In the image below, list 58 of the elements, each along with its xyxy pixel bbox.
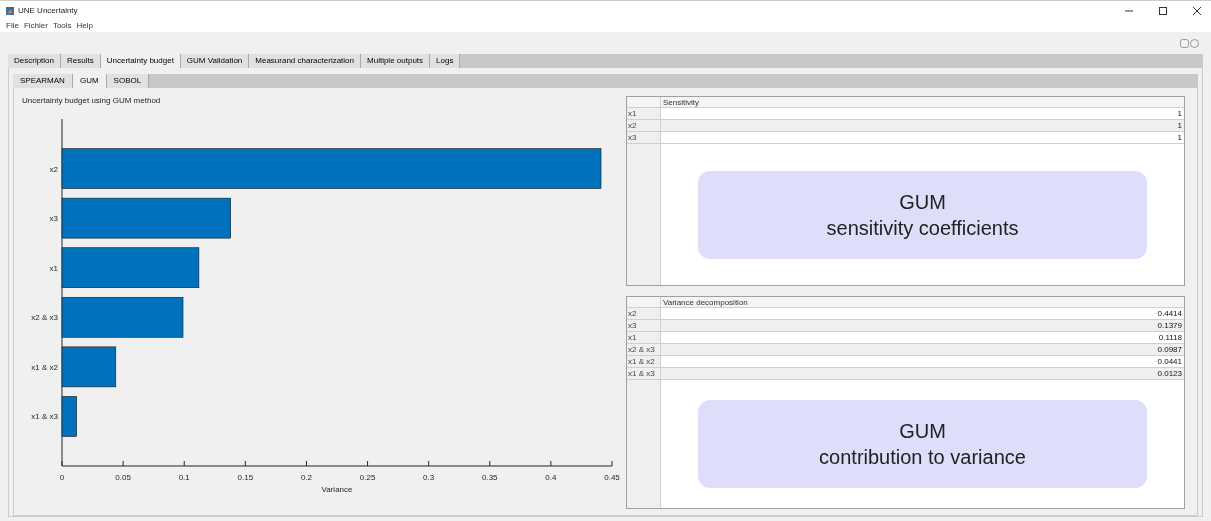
menu-item[interactable]: Fichier: [23, 21, 48, 31]
row-header: x2: [627, 120, 661, 131]
tick-label: 0.15: [237, 473, 254, 482]
tick-label: 0.05: [115, 473, 131, 482]
row-header: x3: [627, 320, 661, 331]
tab[interactable]: Results: [61, 54, 101, 68]
tab[interactable]: Description: [8, 54, 61, 68]
table-cell-text: 0.1118: [1157, 332, 1183, 343]
tick-label: 0: [59, 473, 65, 482]
table-cell-text: 0.0123: [1156, 368, 1183, 379]
tab[interactable]: Uncertainty budget: [100, 54, 181, 68]
menu-item[interactable]: File: [6, 21, 19, 31]
axis-title: Variance: [321, 485, 353, 494]
table-cell-text: 1: [1176, 120, 1183, 131]
row-header: x2 & x3: [627, 344, 661, 355]
tick-label: 0.1: [178, 473, 190, 482]
table-cell-text: 0.1379: [1156, 320, 1183, 331]
row-header: x1 & x3: [627, 368, 661, 379]
row-header: x3: [627, 132, 661, 143]
tick-label: 0.35: [482, 473, 498, 482]
tick-label: 0.45: [604, 473, 620, 482]
category-label: x3: [49, 214, 58, 224]
menu-item[interactable]: Help: [76, 21, 94, 31]
row-header: x1: [627, 108, 661, 119]
table-cell-text: 0.4414: [1156, 308, 1183, 319]
tab[interactable]: SOBOL: [106, 74, 150, 88]
callout-label: GUM contribution to variance: [698, 400, 1147, 488]
column-header: Variance decomposition: [662, 297, 748, 307]
window-title: UNE Uncertainty: [18, 4, 78, 17]
chart-title: Uncertainty budget using GUM method: [22, 96, 162, 106]
tab[interactable]: Logs: [430, 54, 461, 68]
category-label: x1: [49, 263, 58, 273]
table-cell-text: 0.0441: [1156, 356, 1183, 367]
callout-label: GUM sensitivity coefficients: [698, 170, 1147, 259]
row-header: x1 & x2: [627, 356, 661, 367]
tab[interactable]: GUM: [72, 74, 107, 88]
column-header: Sensitivity: [662, 97, 699, 107]
tab[interactable]: SPEARMAN: [13, 74, 73, 88]
tab[interactable]: GUM Validation: [180, 54, 250, 68]
category-label: x2 & x3: [31, 313, 58, 323]
category-label: x2: [49, 164, 58, 174]
menu-item[interactable]: Tools: [52, 21, 72, 31]
tick-label: 0.2: [300, 473, 312, 482]
table-cell-text: 1: [1176, 132, 1183, 143]
table-cell-text: 1: [1176, 108, 1183, 119]
tick-label: 0.25: [359, 473, 376, 482]
maximize-icon[interactable]: [1159, 6, 1167, 15]
app-icon: [6, 6, 14, 15]
tab[interactable]: Multiple outputs: [361, 54, 431, 68]
close-icon[interactable]: [1193, 6, 1201, 15]
row-header: x2: [627, 308, 661, 319]
category-label: x1 & x3: [31, 412, 58, 422]
row-header: x1: [627, 332, 661, 343]
category-label: x1 & x2: [31, 362, 58, 372]
tick-label: 0.4: [545, 473, 557, 482]
table-cell-text: 0.0987: [1156, 344, 1183, 355]
tab[interactable]: Measurand characterization: [249, 54, 361, 68]
tick-label: 0.3: [423, 473, 435, 482]
